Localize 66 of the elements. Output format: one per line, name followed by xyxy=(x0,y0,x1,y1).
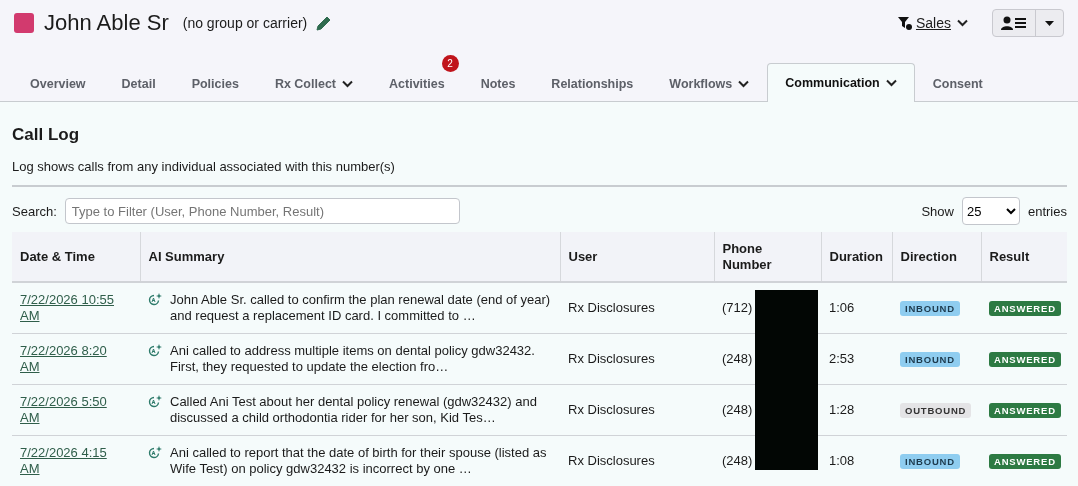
status-badge: INBOUND xyxy=(900,453,960,469)
column-header[interactable]: Date & Time xyxy=(12,232,140,282)
description-text: Log shows calls from any individual associated with this number(s) xyxy=(12,159,395,174)
tab[interactable]: Workflows xyxy=(651,64,768,102)
ai-sparkle-icon xyxy=(148,445,162,460)
summary-text: John Able Sr. called to confirm the plan renewal date (end of year) and request a replacement ID card. I committed to … xyxy=(170,291,552,325)
date-link[interactable]: 7/22/2026 4:15 AM xyxy=(20,444,115,478)
date-link[interactable]: 7/22/2026 8:20 AM xyxy=(20,342,115,376)
ai-sparkle-icon xyxy=(148,343,162,358)
status-badge: INBOUND xyxy=(900,300,960,316)
search-label: Search: xyxy=(12,203,57,219)
ai-sparkle-icon xyxy=(148,394,162,409)
phone-cell: (248) xyxy=(722,401,753,417)
status-badge: ANSWERED xyxy=(989,351,1061,367)
summary-text: Ani called to address multiple items on dental policy gdw32432. First, they requested to update the election fro… xyxy=(170,342,536,376)
date-link[interactable]: 7/22/2026 5:50 AM xyxy=(20,393,115,427)
group-label: (no group or carrier) xyxy=(182,15,308,31)
status-badge: ANSWERED xyxy=(989,300,1061,316)
summary-text: Called Ani Test about her dental policy renewal (gdw32432) and discussed a child orthodontia rider for her son, Kid Tes… xyxy=(170,393,538,427)
column-header[interactable]: Phone Number xyxy=(714,232,821,282)
user-cell: Rx Disclosures xyxy=(568,401,655,417)
status-badge: INBOUND xyxy=(900,351,960,367)
user-cell: Rx Disclosures xyxy=(568,299,655,315)
column-header[interactable]: User xyxy=(560,232,714,282)
column-header[interactable]: Duration xyxy=(821,232,892,282)
column-header[interactable]: Result xyxy=(981,232,1067,282)
tab[interactable]: Communication xyxy=(767,63,915,102)
user-cell: Rx Disclosures xyxy=(568,452,655,468)
person-list-icon xyxy=(1001,16,1027,30)
section-title: Call Log xyxy=(12,124,81,145)
chevron-down-icon xyxy=(957,19,968,27)
duration-cell: 2:53 xyxy=(829,350,855,366)
tab[interactable]: Notes xyxy=(462,64,534,102)
summary-text: Ani called to report that the date of birth for their spouse (listed as Wife Test) on policy gdw32432 is incorrect by one … xyxy=(170,444,548,478)
user-cell: Rx Disclosures xyxy=(568,350,655,366)
contact-name: John Able Sr xyxy=(44,10,169,36)
page-size-select[interactable]: 25 xyxy=(961,197,1020,225)
duration-cell: 1:08 xyxy=(829,452,855,468)
column-header[interactable]: Direction xyxy=(892,232,981,282)
column-header[interactable]: AI Summary xyxy=(140,232,560,282)
search-field[interactable]: Type to Filter (User, Phone Number, Result) xyxy=(64,198,460,224)
count-badge: 2 xyxy=(441,55,459,72)
tab[interactable]: Policies xyxy=(173,64,257,102)
ai-sparkle-icon xyxy=(148,292,162,307)
status-badge: OUTBOUND xyxy=(900,402,972,418)
tab[interactable]: Consent xyxy=(914,64,1001,102)
date-link[interactable]: 7/22/2026 10:55 AM xyxy=(20,291,115,325)
duration-cell: 1:28 xyxy=(829,401,855,417)
filter-icon xyxy=(897,16,912,30)
duration-cell: 1:06 xyxy=(829,299,855,315)
entries-label: entries xyxy=(1027,203,1067,219)
tab[interactable]: Overview xyxy=(12,64,104,102)
sales-dropdown[interactable]: Sales xyxy=(915,15,968,31)
tab[interactable]: Rx Collect xyxy=(256,64,372,102)
phone-cell: (712) xyxy=(722,299,753,315)
tab[interactable]: Detail xyxy=(103,64,174,102)
chevron-down-icon xyxy=(738,79,750,88)
caret-icon xyxy=(1045,20,1054,26)
phone-cell: (248) xyxy=(722,452,753,468)
tab[interactable]: Relationships xyxy=(533,64,652,102)
chevron-down-icon xyxy=(885,79,897,87)
status-badge: ANSWERED xyxy=(989,402,1061,418)
phone-cell: (248) xyxy=(722,350,753,366)
show-label: Show xyxy=(921,203,954,219)
chevron-down-icon xyxy=(342,79,354,88)
status-badge: ANSWERED xyxy=(989,453,1061,469)
